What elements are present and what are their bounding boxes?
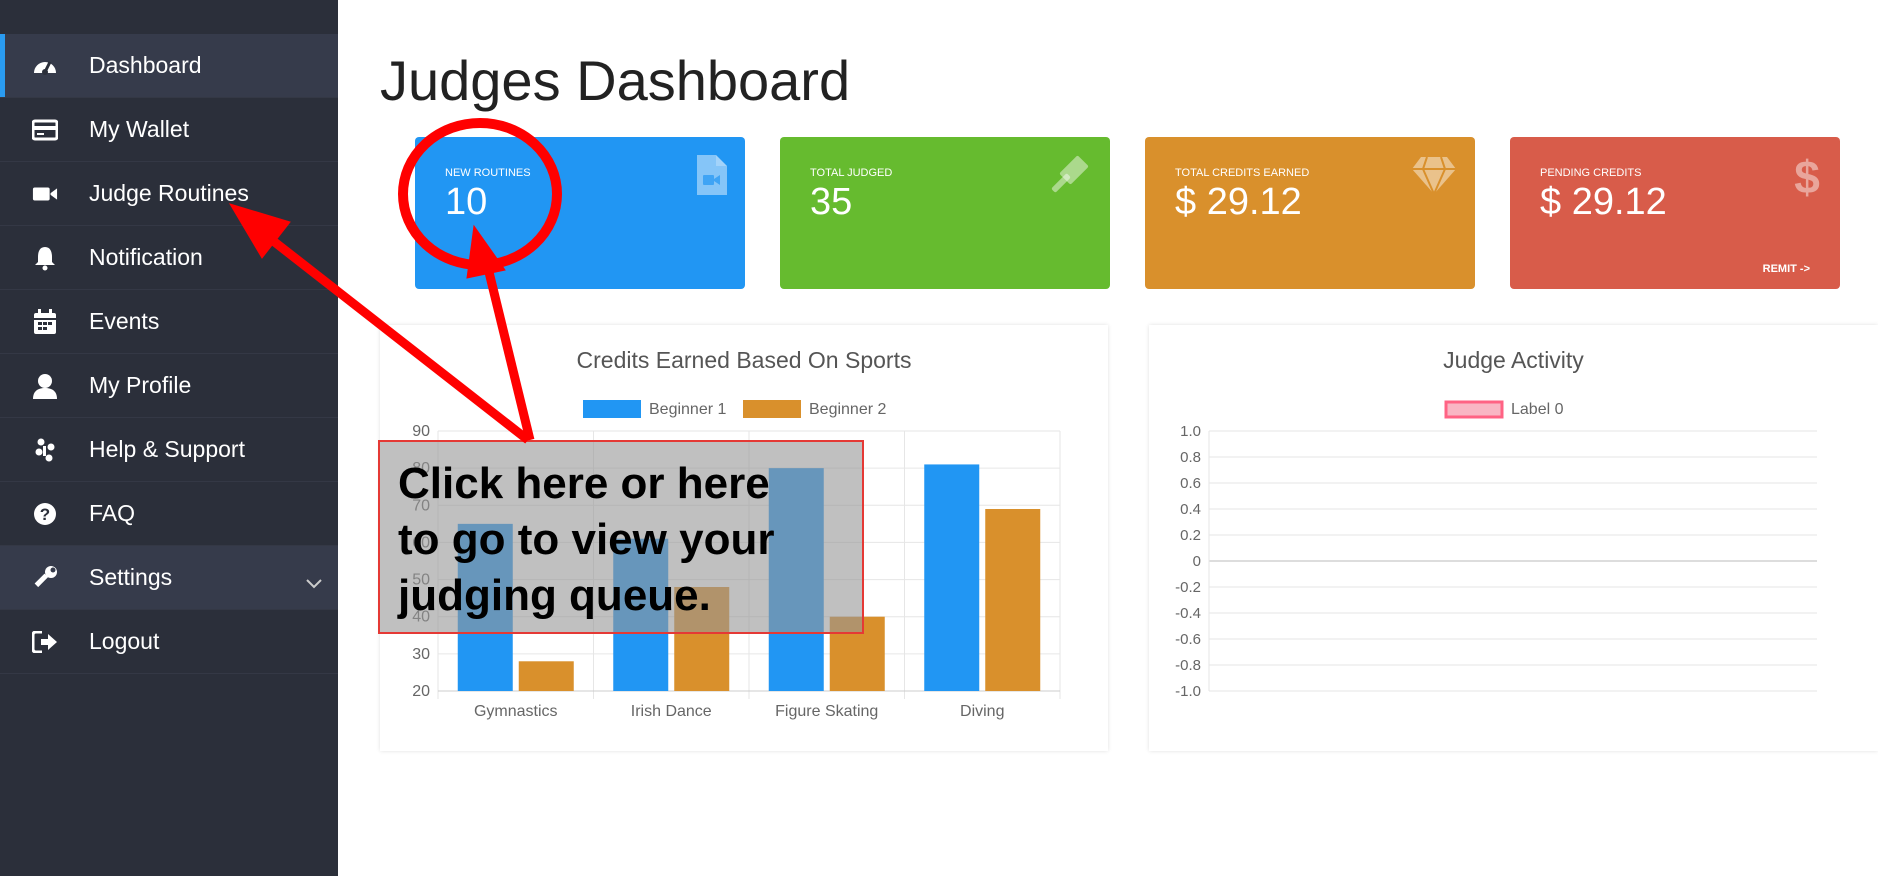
y-tick-label: 0.4	[1180, 501, 1201, 518]
svg-text:$: $	[1794, 155, 1820, 199]
legend-swatch	[583, 400, 641, 418]
bar	[924, 464, 980, 691]
callout-line: judging queue.	[398, 571, 711, 620]
y-tick-label: -0.4	[1175, 605, 1201, 622]
sidebar-item-label: Settings	[89, 564, 173, 590]
video-file-icon	[695, 155, 727, 200]
card-new-routines[interactable]: NEW ROUTINES 10	[415, 137, 745, 289]
callout-line: to go to view your	[398, 515, 775, 564]
sidebar-item-label: Logout	[89, 628, 160, 654]
sidebar-item-label: Dashboard	[89, 52, 202, 78]
legend-swatch	[1444, 400, 1504, 419]
x-tick-label: Diving	[960, 703, 1004, 720]
support-icon	[32, 437, 58, 463]
diamond-icon	[1411, 155, 1457, 200]
legend-label: Beginner 2	[809, 401, 886, 418]
judge-activity-panel: Judge Activity Label 0 1.0 0.8 0.6 0.4 0.2 0-…	[1149, 325, 1878, 751]
card-total-judged[interactable]: TOTAL JUDGED 35	[780, 137, 1110, 289]
y-tick-label: -0.8	[1175, 657, 1201, 674]
bell-icon	[32, 245, 58, 271]
y-tick-label: 0	[1193, 553, 1201, 570]
x-tick-label: Irish Dance	[631, 703, 712, 720]
callout-line: Click here or here	[398, 459, 770, 508]
dashboard-icon	[32, 53, 58, 79]
y-tick-label: 20	[412, 683, 430, 700]
sidebar-item-help-support[interactable]: Help & Support	[0, 418, 338, 482]
remit-link[interactable]: REMIT ->	[1763, 263, 1810, 275]
sidebar-item-settings[interactable]: Settings	[0, 546, 338, 610]
sidebar-item-label: My Wallet	[89, 116, 190, 142]
card-value: 10	[445, 181, 488, 223]
card-value: $ 29.12	[1175, 181, 1302, 223]
sidebar-top	[0, 0, 338, 34]
calendar-icon	[32, 308, 58, 335]
y-tick-label: 0.2	[1180, 527, 1201, 544]
y-tick-label: -0.2	[1175, 579, 1201, 596]
bar	[518, 661, 574, 691]
x-tick-label: Figure Skating	[775, 703, 878, 720]
sidebar-item-label: Notification	[89, 244, 203, 270]
card-label: TOTAL CREDITS EARNED	[1175, 167, 1310, 179]
legend-label: Beginner 1	[649, 401, 726, 418]
callout-text: Click here or here to go to view your ju…	[398, 456, 774, 624]
y-tick-label: 0.6	[1180, 475, 1201, 492]
sidebar-item-notification[interactable]: Notification	[0, 226, 338, 290]
sidebar-item-judge-routines[interactable]: Judge Routines	[0, 162, 338, 226]
bar	[985, 509, 1041, 691]
sidebar-item-label: Help & Support	[89, 436, 245, 462]
sidebar-item-label: My Profile	[89, 372, 192, 398]
judge-activity-chart: Label 0 1.0 0.8 0.6 0.4 0.2 0 -0.2 -0.4 -0.6 -0.8…	[1175, 400, 1817, 700]
sidebar-item-label: Events	[89, 308, 160, 334]
sidebar-item-faq[interactable]: ? FAQ	[0, 482, 338, 546]
y-tick-label: 0.8	[1180, 449, 1201, 466]
card-pending-credits[interactable]: PENDING CREDITS $ 29.12 $ REMIT ->	[1510, 137, 1840, 289]
dollar-icon: $	[1792, 151, 1822, 204]
logout-icon	[32, 629, 58, 655]
sidebar-item-events[interactable]: Events	[0, 290, 338, 354]
y-tick-label: -1.0	[1175, 683, 1201, 700]
card-value: $ 29.12	[1540, 181, 1667, 223]
sidebar: Dashboard My Wallet Judge Routines Notif…	[0, 0, 338, 876]
wrench-icon	[32, 565, 58, 591]
legend-swatch	[743, 400, 801, 418]
card-label: PENDING CREDITS	[1540, 167, 1642, 179]
page-title: Judges Dashboard	[380, 49, 851, 112]
video-camera-icon	[32, 181, 58, 207]
card-value: 35	[810, 181, 853, 223]
sidebar-item-label: FAQ	[89, 500, 136, 526]
y-tick-label: 90	[412, 423, 430, 440]
card-label: NEW ROUTINES	[445, 167, 531, 179]
sidebar-item-my-profile[interactable]: My Profile	[0, 354, 338, 418]
sidebar-item-label: Judge Routines	[89, 180, 249, 206]
question-icon: ?	[32, 501, 58, 527]
x-tick-label: Gymnastics	[474, 703, 558, 720]
card-label: TOTAL JUDGED	[810, 167, 893, 179]
card-total-credits-earned[interactable]: TOTAL CREDITS EARNED $ 29.12	[1145, 137, 1475, 289]
svg-text:?: ?	[40, 505, 50, 524]
wallet-icon	[32, 117, 58, 143]
y-tick-label: 1.0	[1180, 423, 1201, 440]
gavel-icon	[1048, 155, 1092, 200]
sidebar-item-logout[interactable]: Logout	[0, 610, 338, 674]
sidebar-item-dashboard[interactable]: Dashboard	[0, 34, 338, 98]
chevron-down-icon[interactable]	[306, 568, 322, 595]
tutorial-callout: Click here or here to go to view your ju…	[378, 440, 864, 634]
y-tick-label: -0.6	[1175, 631, 1201, 648]
y-tick-label: 30	[412, 646, 430, 663]
legend-label: Label 0	[1511, 401, 1564, 418]
user-icon	[32, 373, 58, 399]
sidebar-item-my-wallet[interactable]: My Wallet	[0, 98, 338, 162]
